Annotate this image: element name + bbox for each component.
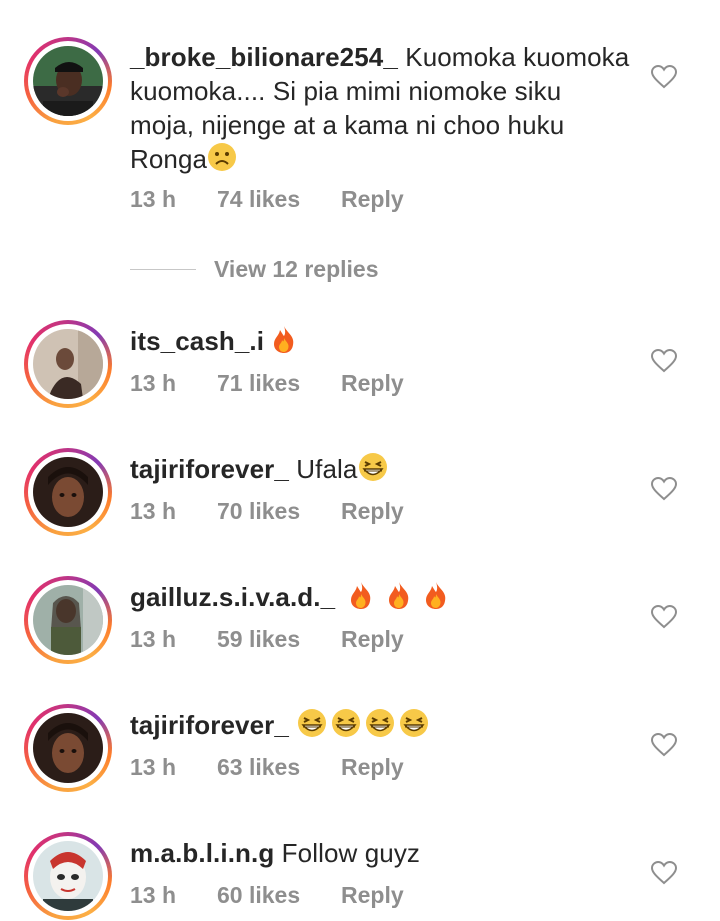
fire-emoji-icon	[423, 580, 449, 618]
comment-username[interactable]: tajiriforever_	[130, 454, 289, 484]
grinning-squint-emoji-icon	[296, 708, 328, 746]
comment-likes[interactable]: 71 likes	[217, 370, 341, 397]
grinning-squint-emoji-icon	[357, 452, 389, 490]
comment-meta: 13 h 70 likes Reply	[130, 498, 404, 525]
comment-meta: 13 h 63 likes Reply	[130, 754, 404, 781]
comment-text: its_cash_.i	[130, 324, 630, 362]
view-replies-button[interactable]: View 12 replies	[130, 256, 379, 282]
comment-time: 13 h	[130, 370, 177, 396]
comment-time: 13 h	[130, 498, 177, 524]
like-heart-icon[interactable]	[650, 348, 678, 373]
view-replies-label[interactable]: View 12 replies	[214, 256, 379, 283]
comment-username[interactable]: m.a.b.l.i.n.g	[130, 838, 274, 868]
fire-emoji-icon	[348, 580, 374, 618]
avatar[interactable]	[24, 576, 112, 664]
avatar[interactable]	[24, 320, 112, 408]
comment-likes[interactable]: 70 likes	[217, 498, 341, 525]
reply-button[interactable]: Reply	[341, 754, 404, 781]
comment-text: tajiriforever_ Ufala	[130, 452, 630, 490]
like-heart-icon[interactable]	[650, 64, 678, 89]
comment-username[interactable]: _broke_bilionare254_	[130, 42, 398, 72]
grinning-squint-emoji-icon	[330, 708, 362, 746]
like-heart-icon[interactable]	[650, 476, 678, 501]
reply-button[interactable]: Reply	[341, 882, 404, 909]
comment-text: gailluz.s.i.v.a.d._	[130, 580, 630, 618]
comment-time: 13 h	[130, 186, 177, 212]
avatar[interactable]	[24, 832, 112, 920]
comment-time: 13 h	[130, 626, 177, 652]
comment-likes[interactable]: 59 likes	[217, 626, 341, 653]
grinning-squint-emoji-icon	[398, 708, 430, 746]
comment-body: Ufala	[296, 454, 358, 484]
like-heart-icon[interactable]	[650, 604, 678, 629]
comment-meta: 13 h 71 likes Reply	[130, 370, 404, 397]
comment-text: _broke_bilionare254_ Kuomoka kuomoka kuo…	[130, 40, 630, 180]
comment-likes[interactable]: 63 likes	[217, 754, 341, 781]
comment-text: tajiriforever_	[130, 708, 630, 746]
comment-time: 13 h	[130, 882, 177, 908]
avatar[interactable]	[24, 704, 112, 792]
reply-button[interactable]: Reply	[341, 626, 404, 653]
fire-emoji-icon	[386, 580, 412, 618]
comment-meta: 13 h 59 likes Reply	[130, 626, 404, 653]
view-replies-divider	[130, 268, 196, 270]
comment-text: m.a.b.l.i.n.g Follow guyz	[130, 836, 630, 870]
sad-face-emoji-icon	[207, 142, 237, 180]
comment-likes[interactable]: 60 likes	[217, 882, 341, 909]
like-heart-icon[interactable]	[650, 732, 678, 757]
comment-username[interactable]: gailluz.s.i.v.a.d._	[130, 582, 335, 612]
comment-meta: 13 h 60 likes Reply	[130, 882, 404, 909]
like-heart-icon[interactable]	[650, 860, 678, 885]
avatar[interactable]	[24, 448, 112, 536]
comment-body: Follow guyz	[281, 838, 421, 868]
fire-emoji-icon	[271, 324, 297, 362]
comment-time: 13 h	[130, 754, 177, 780]
reply-button[interactable]: Reply	[341, 186, 404, 213]
avatar[interactable]	[24, 37, 112, 125]
comment-username[interactable]: tajiriforever_	[130, 710, 289, 740]
comment-username[interactable]: its_cash_.i	[130, 326, 264, 356]
comment-likes[interactable]: 74 likes	[217, 186, 341, 213]
comment-meta: 13 h 74 likes Reply	[130, 186, 404, 213]
reply-button[interactable]: Reply	[341, 498, 404, 525]
reply-button[interactable]: Reply	[341, 370, 404, 397]
grinning-squint-emoji-icon	[364, 708, 396, 746]
